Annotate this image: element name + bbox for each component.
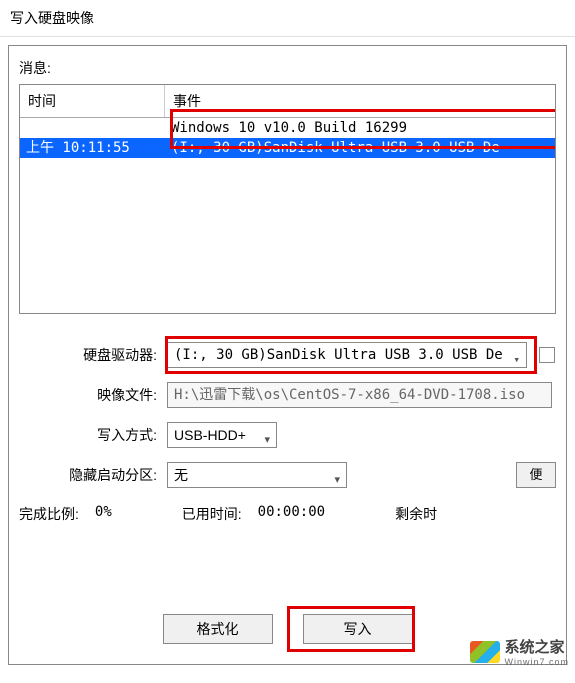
hidden-boot-value: 无: [174, 467, 188, 483]
elapsed-value: 00:00:00: [258, 504, 365, 524]
window-title: 写入硬盘映像: [0, 0, 575, 37]
log-row[interactable]: Windows 10 v10.0 Build 16299: [20, 118, 555, 138]
write-mode-select[interactable]: USB-HDD+ ▾: [167, 422, 277, 448]
field-hidden-boot: 隐藏启动分区: 无 ▾ 便: [19, 462, 556, 488]
drive-select[interactable]: (I:, 30 GB)SanDisk Ultra USB 3.0 USB De …: [167, 342, 527, 368]
log-header-event[interactable]: 事件: [165, 85, 555, 117]
write-button[interactable]: 写入: [303, 614, 413, 644]
write-mode-value: USB-HDD+: [174, 427, 246, 443]
chevron-down-icon: ▾: [264, 428, 270, 452]
win7-logo-icon: [470, 641, 500, 663]
log-header: 时间 事件: [20, 85, 555, 118]
watermark-text: 系统之家: [504, 639, 564, 656]
log-cell-event: (I:, 30 GB)SanDisk Ultra USB 3.0 USB De: [165, 138, 555, 158]
stats-row: 完成比例: 0% 已用时间: 00:00:00 剩余时: [19, 504, 556, 524]
watermark-sub: Winwin7.com: [504, 657, 569, 667]
image-path: H:\迅雷下载\os\CentOS-7-x86_64-DVD-1708.iso: [167, 382, 552, 408]
hidden-boot-select[interactable]: 无 ▾: [167, 462, 347, 488]
message-log[interactable]: 时间 事件 Windows 10 v10.0 Build 16299 上午 10…: [19, 84, 556, 314]
elapsed-label: 已用时间:: [182, 504, 258, 524]
drive-checkbox[interactable]: [539, 347, 555, 363]
watermark: 系统之家 Winwin7.com: [470, 636, 569, 667]
remaining-label: 剩余时: [395, 504, 453, 524]
drive-label: 硬盘驱动器:: [19, 345, 167, 365]
progress-value: 0%: [95, 504, 152, 524]
convenient-button[interactable]: 便: [516, 462, 556, 488]
log-cell-time: 上午 10:11:55: [20, 138, 165, 158]
messages-label: 消息:: [19, 58, 556, 78]
log-row[interactable]: 上午 10:11:55 (I:, 30 GB)SanDisk Ultra USB…: [20, 138, 555, 158]
progress-label: 完成比例:: [19, 504, 95, 524]
hidden-boot-label: 隐藏启动分区:: [19, 465, 167, 485]
log-cell-time: [20, 118, 165, 138]
chevron-down-icon: ▾: [513, 348, 520, 372]
dialog-body: 消息: 时间 事件 Windows 10 v10.0 Build 16299 上…: [8, 45, 567, 665]
chevron-down-icon: ▾: [334, 468, 340, 492]
field-write-mode: 写入方式: USB-HDD+ ▾: [19, 422, 556, 448]
write-mode-label: 写入方式:: [19, 425, 167, 445]
image-label: 映像文件:: [19, 385, 167, 405]
log-cell-event: Windows 10 v10.0 Build 16299: [165, 118, 555, 138]
drive-value: (I:, 30 GB)SanDisk Ultra USB 3.0 USB De: [174, 347, 503, 363]
format-button[interactable]: 格式化: [163, 614, 273, 644]
field-image: 映像文件: H:\迅雷下载\os\CentOS-7-x86_64-DVD-170…: [19, 382, 556, 408]
log-header-time[interactable]: 时间: [20, 85, 165, 117]
field-drive: 硬盘驱动器: (I:, 30 GB)SanDisk Ultra USB 3.0 …: [19, 342, 556, 368]
